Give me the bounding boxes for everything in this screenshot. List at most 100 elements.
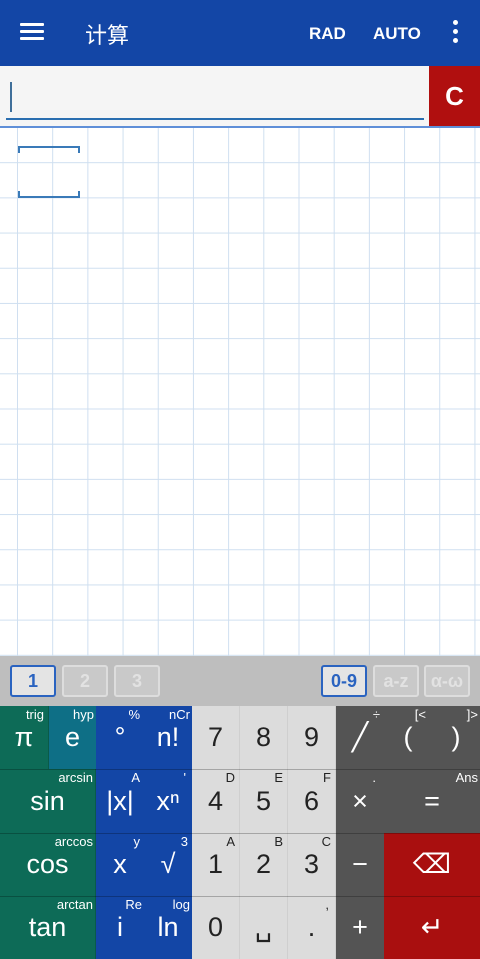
key-space[interactable]: ␣ — [240, 896, 288, 959]
space-icon: ␣ — [254, 912, 273, 942]
key-label: 7 — [207, 722, 224, 752]
work-area-grid[interactable] — [0, 128, 480, 656]
tab-page-3[interactable]: 3 — [114, 665, 160, 697]
key-sup: 3 — [180, 834, 188, 849]
enter-icon: ↵ — [420, 912, 444, 942]
backspace-icon: ⌫ — [412, 849, 452, 879]
more-options-icon[interactable] — [445, 20, 465, 46]
key-right-paren[interactable]: ]> ) — [432, 706, 480, 769]
key-5[interactable]: E 5 — [240, 769, 288, 833]
key-sup: arccos — [54, 834, 93, 849]
key-equals[interactable]: Ans = — [384, 769, 480, 833]
key-label: ) — [451, 722, 461, 752]
key-sup: A — [131, 770, 140, 785]
key-enter[interactable]: ↵ — [384, 896, 480, 959]
key-label: |x| — [106, 785, 134, 816]
key-factorial[interactable]: nCr n! — [144, 706, 192, 769]
tab-page-2[interactable]: 2 — [62, 665, 108, 697]
key-3[interactable]: C 3 — [288, 833, 336, 896]
key-6[interactable]: F 6 — [288, 769, 336, 833]
key-label: 1 — [207, 849, 224, 879]
key-0[interactable]: 0 — [192, 896, 240, 959]
key-sup: Ans — [455, 770, 478, 785]
key-label: xⁿ — [156, 785, 180, 816]
key-left-paren[interactable]: [< ( — [384, 706, 432, 769]
key-sup: ' — [183, 770, 186, 785]
key-sup: C — [321, 834, 331, 849]
key-divide[interactable]: ÷ ╱ — [336, 706, 384, 769]
key-cos[interactable]: arccos cos — [0, 833, 96, 896]
row-divider — [0, 769, 480, 770]
key-label: 3 — [303, 849, 320, 879]
key-backspace[interactable]: ⌫ — [384, 833, 480, 896]
key-label: ( — [403, 722, 413, 752]
key-times[interactable]: . × — [336, 769, 384, 833]
tab-latin[interactable]: a-z — [373, 665, 419, 697]
key-sqrt[interactable]: 3 √ — [144, 833, 192, 896]
key-label: 2 — [255, 849, 272, 879]
app-bar: 计算 RAD AUTO — [0, 0, 480, 66]
key-sup: hyp — [73, 707, 94, 722]
key-2[interactable]: B 2 — [240, 833, 288, 896]
expression-input[interactable] — [6, 76, 424, 120]
key-imaginary[interactable]: Re i — [96, 896, 144, 959]
key-label: 6 — [303, 785, 320, 816]
key-7[interactable]: 7 — [192, 706, 240, 769]
key-label: √ — [160, 849, 176, 879]
clear-button[interactable]: C — [429, 66, 480, 126]
key-label: 5 — [255, 785, 272, 816]
key-abs[interactable]: A |x| — [96, 769, 144, 833]
key-degree[interactable]: % ° — [96, 706, 144, 769]
key-label: − — [352, 849, 368, 879]
empty-expression-placeholder[interactable] — [18, 146, 80, 198]
output-mode-button[interactable]: AUTO — [373, 24, 421, 44]
key-sup: trig — [25, 707, 44, 722]
key-label: + — [352, 912, 368, 942]
key-label: tan — [28, 912, 67, 942]
key-tan[interactable]: arctan tan — [0, 896, 96, 959]
key-sup: log — [172, 897, 190, 912]
menu-icon[interactable] — [18, 20, 46, 46]
key-sup: Re — [125, 897, 142, 912]
key-label: x — [113, 849, 127, 879]
tab-digits[interactable]: 0-9 — [321, 665, 367, 697]
key-sup: arcsin — [58, 770, 93, 785]
key-sup: F — [323, 770, 331, 785]
key-4[interactable]: D 4 — [192, 769, 240, 833]
key-label: = — [424, 785, 440, 816]
key-minus[interactable]: − — [336, 833, 384, 896]
key-pi[interactable]: trig π — [0, 706, 49, 769]
key-decimal[interactable]: , . — [288, 896, 336, 959]
angle-mode-button[interactable]: RAD — [309, 24, 346, 44]
key-e[interactable]: hyp e — [49, 706, 96, 769]
key-8[interactable]: 8 — [240, 706, 288, 769]
key-label: 8 — [255, 722, 272, 752]
keyboard-tab-bar: 1 2 3 0-9 a-z α-ω — [0, 656, 480, 706]
key-plus[interactable]: + — [336, 896, 384, 959]
key-sup: D — [225, 770, 235, 785]
key-power[interactable]: ' xⁿ — [144, 769, 192, 833]
text-cursor — [10, 82, 12, 112]
key-9[interactable]: 9 — [288, 706, 336, 769]
key-label: e — [64, 722, 81, 752]
tab-page-1[interactable]: 1 — [10, 665, 56, 697]
key-label: 9 — [303, 722, 320, 752]
key-sup: , — [325, 897, 329, 912]
key-x[interactable]: y x — [96, 833, 144, 896]
row-divider — [0, 833, 480, 834]
input-underline — [6, 118, 424, 120]
key-sup: arctan — [56, 897, 93, 912]
key-label: π — [14, 722, 34, 752]
row-divider — [0, 896, 480, 897]
key-1[interactable]: A 1 — [192, 833, 240, 896]
key-sup: B — [274, 834, 283, 849]
key-sin[interactable]: arcsin sin — [0, 769, 96, 833]
key-sup: ]> — [466, 707, 478, 722]
expression-input-bar: C — [0, 66, 480, 126]
key-label: n! — [156, 722, 180, 752]
key-label: 0 — [207, 912, 224, 942]
tab-greek[interactable]: α-ω — [424, 665, 470, 697]
key-label: . — [307, 912, 316, 942]
key-label: cos — [26, 849, 69, 879]
key-ln[interactable]: log ln — [144, 896, 192, 959]
